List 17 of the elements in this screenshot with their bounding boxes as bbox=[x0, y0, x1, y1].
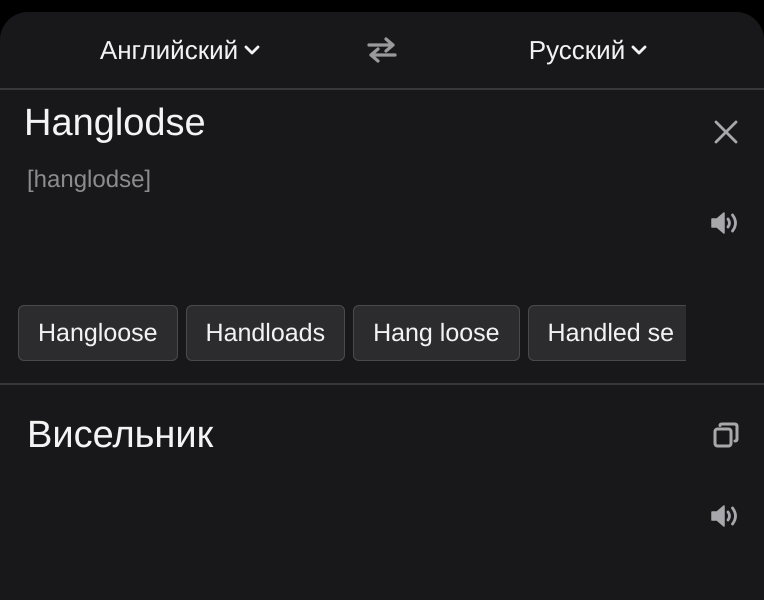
swap-arrows-icon bbox=[367, 37, 397, 63]
copy-button[interactable] bbox=[713, 422, 739, 448]
chevron-down-icon bbox=[631, 45, 648, 55]
target-language-selector[interactable]: Русский bbox=[522, 30, 654, 70]
suggestion-chip[interactable]: Handloads bbox=[186, 305, 346, 361]
translation-text: Висельник bbox=[27, 413, 214, 458]
transcription-text: [hanglodse] bbox=[27, 165, 152, 195]
source-language-selector[interactable]: Английский bbox=[94, 30, 266, 70]
chevron-down-icon bbox=[244, 45, 260, 55]
source-text: Hanglodse bbox=[24, 101, 206, 146]
suggestion-chip[interactable]: Handled se bbox=[528, 305, 686, 361]
close-icon bbox=[714, 120, 738, 144]
clear-button[interactable] bbox=[714, 120, 738, 144]
suggestion-chip[interactable]: Hangloose bbox=[18, 305, 178, 361]
swap-languages-button[interactable] bbox=[366, 36, 398, 64]
suggestion-chip[interactable]: Hang loose bbox=[353, 305, 520, 361]
copy-icon bbox=[713, 422, 739, 448]
